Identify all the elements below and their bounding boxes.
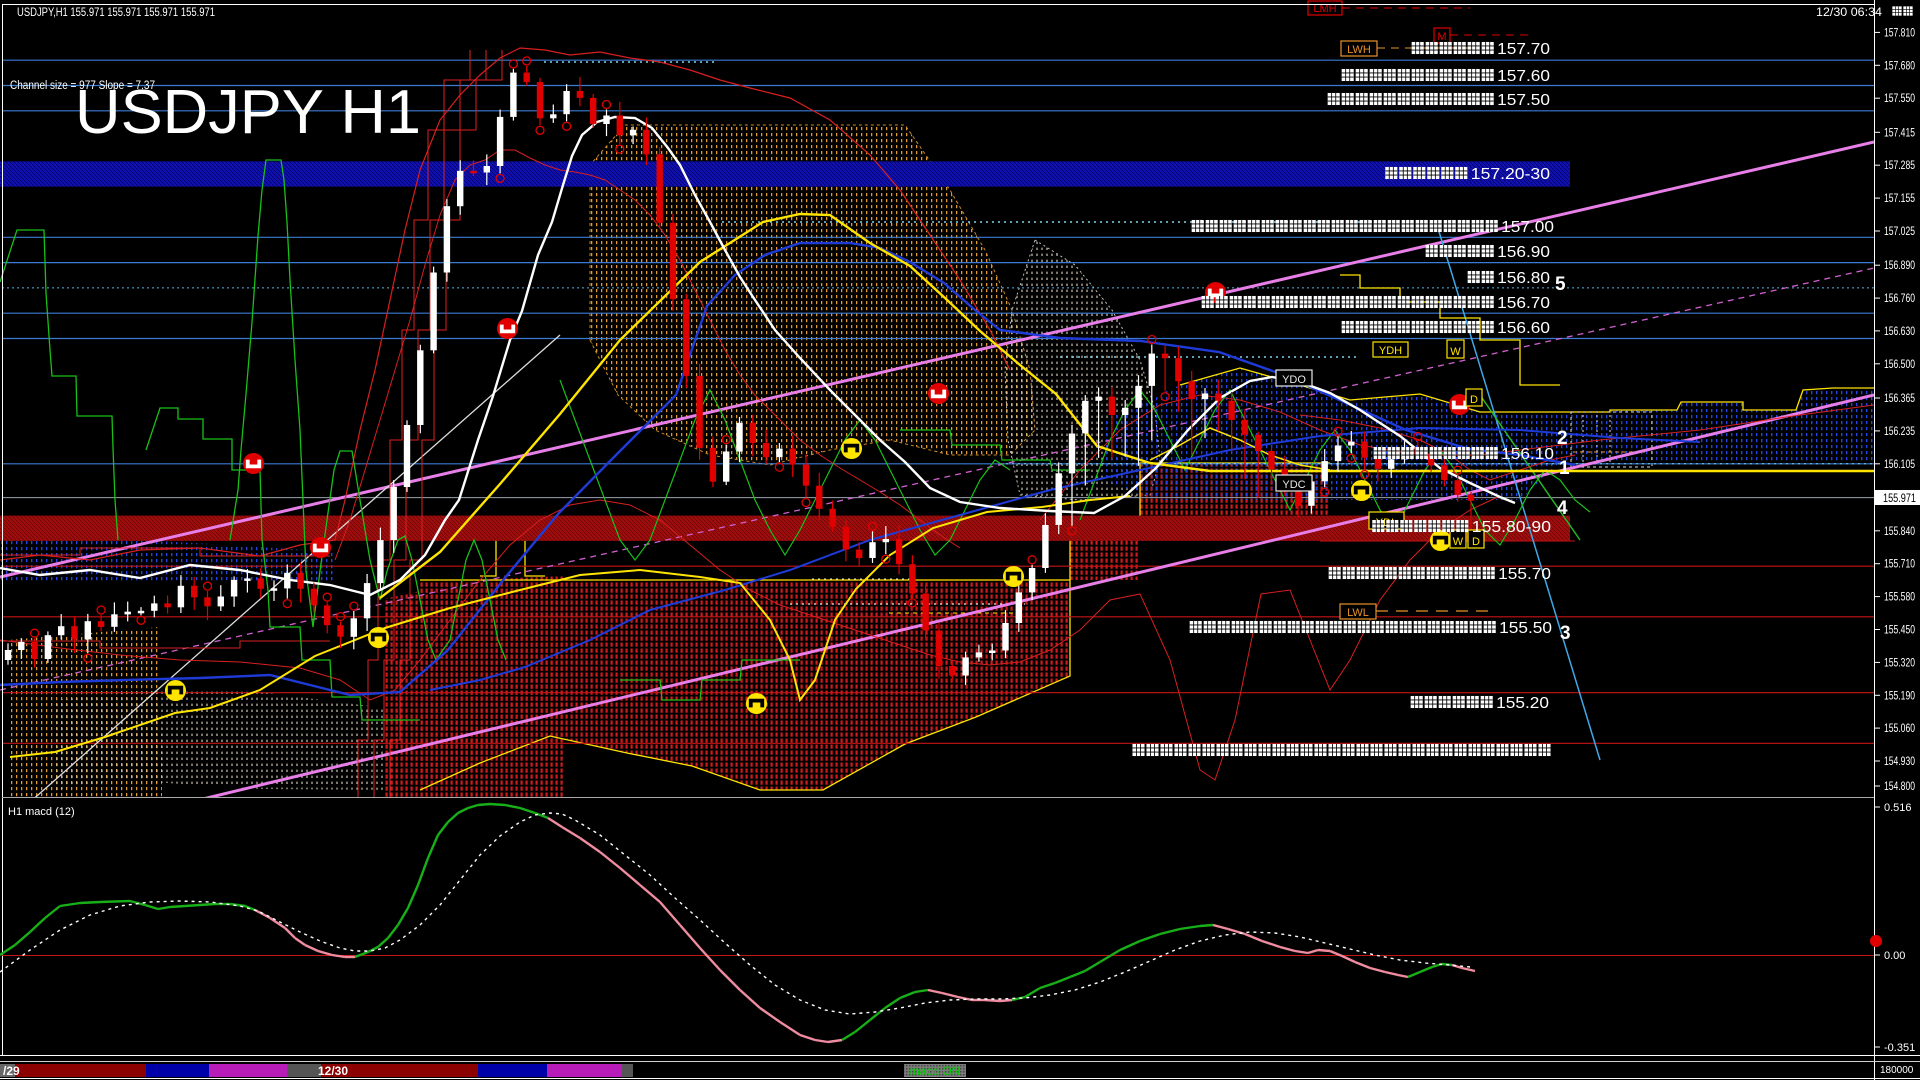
svg-text:156.60: 156.60 — [1497, 320, 1550, 337]
svg-text:180000: 180000 — [1880, 1065, 1914, 1076]
svg-text:157.680: 157.680 — [1884, 58, 1915, 72]
svg-text:D: D — [1472, 536, 1480, 548]
svg-text:LWH: LWH — [1347, 44, 1371, 56]
svg-text:155.450: 155.450 — [1884, 623, 1915, 637]
svg-text:3: 3 — [1560, 623, 1571, 644]
svg-text:157.155: 157.155 — [1884, 191, 1915, 205]
svg-text:157.60: 157.60 — [1497, 68, 1550, 85]
svg-text:4: 4 — [1557, 498, 1568, 519]
svg-text:LWL: LWL — [1347, 607, 1369, 619]
svg-text:155.50: 155.50 — [1499, 620, 1552, 637]
svg-text:157.70: 157.70 — [1497, 41, 1550, 58]
svg-text:M: M — [1437, 31, 1446, 43]
svg-text:/29: /29 — [3, 1064, 20, 1078]
svg-text:157.20-30: 157.20-30 — [1471, 166, 1550, 183]
svg-text:156.365: 156.365 — [1884, 391, 1915, 405]
svg-text:USDJPY,H1 155.971 155.971 155: USDJPY,H1 155.971 155.971 155.971 155.97… — [17, 5, 215, 19]
svg-text:156.10: 156.10 — [1501, 446, 1554, 463]
svg-text:157.285: 157.285 — [1884, 158, 1915, 172]
svg-text:156.70: 156.70 — [1497, 295, 1550, 312]
svg-text:1: 1 — [1559, 458, 1570, 479]
svg-text:2: 2 — [1557, 428, 1568, 449]
svg-text:157.025: 157.025 — [1884, 224, 1915, 238]
svg-text:156.760: 156.760 — [1884, 291, 1915, 305]
svg-text:H1 macd (12): H1 macd (12) — [8, 806, 75, 818]
svg-text:155.060: 155.060 — [1884, 721, 1915, 735]
svg-text:0.00: 0.00 — [1884, 950, 1905, 962]
svg-text:156.630: 156.630 — [1884, 324, 1915, 338]
svg-text:5: 5 — [1555, 274, 1566, 295]
svg-text:YDC: YDC — [1282, 479, 1305, 491]
svg-text:155.80-90: 155.80-90 — [1472, 519, 1551, 536]
svg-text:154.800: 154.800 — [1884, 779, 1915, 793]
svg-text:157.810: 157.810 — [1884, 25, 1915, 39]
svg-text:YDH: YDH — [1379, 345, 1402, 357]
svg-text:157.415: 157.415 — [1884, 125, 1915, 139]
svg-text:12/30: 12/30 — [318, 1064, 348, 1078]
svg-text:155.320: 155.320 — [1884, 655, 1915, 669]
svg-text:155.840: 155.840 — [1884, 524, 1915, 538]
svg-text:12/30 06:34: 12/30 06:34 — [1816, 5, 1882, 19]
svg-text:156.80: 156.80 — [1497, 270, 1550, 287]
svg-text:YDO: YDO — [1282, 374, 1306, 386]
svg-text:155.710: 155.710 — [1884, 557, 1915, 571]
svg-text:macd ON: macd ON — [910, 1064, 961, 1078]
svg-text:W: W — [1453, 536, 1464, 548]
svg-text:156.500: 156.500 — [1884, 357, 1915, 371]
svg-text:155.971: 155.971 — [1883, 491, 1916, 505]
svg-text:157.550: 157.550 — [1884, 91, 1915, 105]
svg-text:154.930: 154.930 — [1884, 754, 1915, 768]
svg-text:W: W — [1450, 346, 1461, 358]
svg-text:156.235: 156.235 — [1884, 424, 1915, 438]
svg-text:157.50: 157.50 — [1497, 92, 1550, 109]
svg-text:155.20: 155.20 — [1496, 695, 1549, 712]
svg-text:155.580: 155.580 — [1884, 590, 1915, 604]
svg-text:156.90: 156.90 — [1497, 244, 1550, 261]
svg-text:155.70: 155.70 — [1498, 566, 1551, 583]
svg-text:-0.351: -0.351 — [1884, 1042, 1915, 1054]
svg-text:0.516: 0.516 — [1884, 802, 1912, 814]
svg-text:USDJPY H1: USDJPY H1 — [75, 78, 421, 147]
svg-text:D: D — [1470, 394, 1478, 406]
svg-text:156.105: 156.105 — [1884, 457, 1915, 471]
svg-text:155.190: 155.190 — [1884, 688, 1915, 702]
svg-text:156.890: 156.890 — [1884, 258, 1915, 272]
svg-text:157.00: 157.00 — [1501, 219, 1554, 236]
